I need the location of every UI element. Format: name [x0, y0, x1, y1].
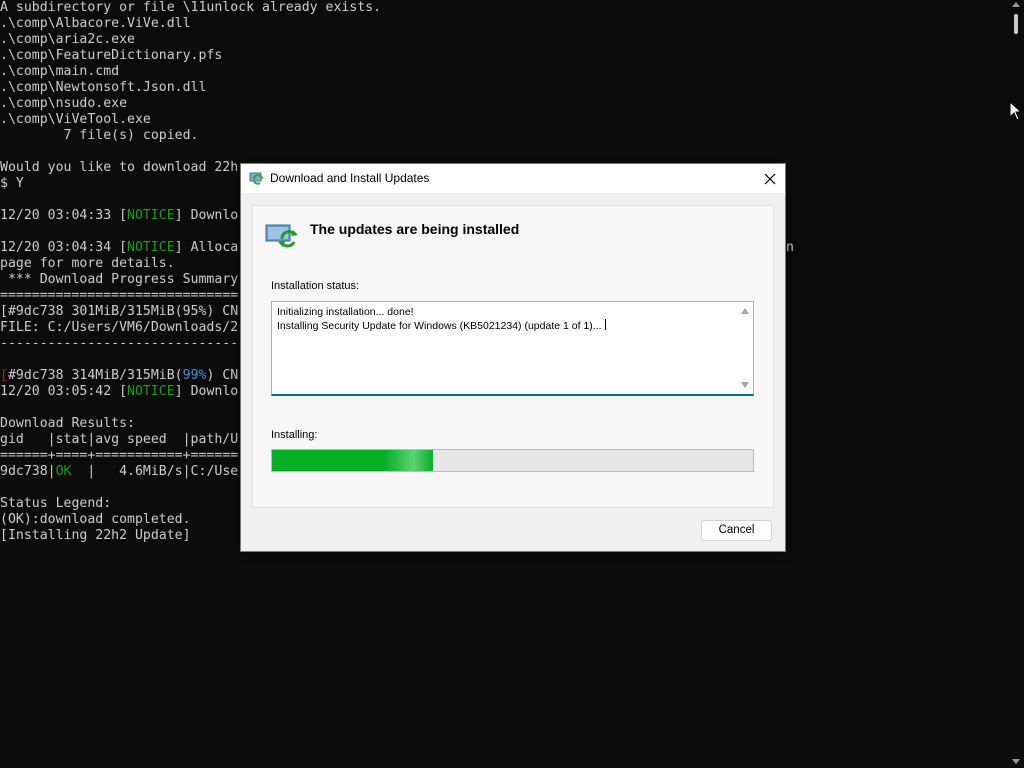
console-text: [ [0, 368, 8, 383]
console-text: NOTICE [127, 384, 175, 399]
console-text: .\comp\aria2c.exe [0, 32, 135, 47]
scroll-down-arrow-icon[interactable] [741, 382, 749, 388]
console-line: .\comp\FeatureDictionary.pfs [0, 48, 222, 64]
console-line: .\comp\ViVeTool.exe [0, 112, 151, 128]
console-text: ) CN [206, 368, 239, 383]
dialog-title: Download and Install Updates [270, 171, 430, 185]
console-line: FILE: C:/Users/VM6/Downloads/2 [0, 320, 238, 336]
console-line: (OK):download completed. [0, 512, 191, 528]
console-line: page for more details. [0, 256, 175, 272]
console-text: 12/20 03:04:33 [ [0, 208, 128, 223]
console-line: ======+====+===========+====== [0, 448, 238, 464]
console-text: (OK):download completed. [0, 512, 191, 527]
console-text: OK [55, 464, 72, 479]
console-text: 99% [182, 368, 207, 383]
console-line: *** Download Progress Summary [0, 272, 238, 288]
console-text: FILE: C:/Users/VM6/Downloads/2 [0, 320, 239, 335]
dialog-heading: The updates are being installed [310, 221, 520, 237]
scroll-up-arrow-icon[interactable] [1012, 2, 1020, 7]
console-text: Download Results: [0, 416, 135, 431]
console-line: .\comp\aria2c.exe [0, 32, 135, 48]
console-line: 9dc738|OK | 4.6MiB/s|C:/Use [0, 464, 238, 480]
console-text: .\comp\nsudo.exe [0, 96, 128, 111]
console-text: 9dc738| [0, 464, 56, 479]
console-text: gid |stat|avg speed |path/U [0, 432, 239, 447]
console-text: .\comp\main.cmd [0, 64, 120, 79]
console-line: $ Y [0, 176, 24, 192]
console-text: Would you like to download 22h [0, 160, 239, 175]
console-text: A subdirectory or file \11unlock already… [0, 0, 382, 15]
mouse-cursor-icon [1009, 101, 1021, 121]
console-text: NOTICE [127, 240, 175, 255]
console-line: [Installing 22h2 Update] [0, 528, 191, 544]
cancel-button[interactable]: Cancel [701, 520, 772, 541]
console-line: 12/20 03:04:33 [NOTICE] Downlo [0, 208, 238, 224]
console-text: | 4.6MiB/s|C:/Use [71, 464, 239, 479]
scroll-down-arrow-icon[interactable] [1012, 759, 1020, 764]
console-line: [#9dc738 301MiB/315MiB(95%) CN [0, 304, 238, 320]
console-text: Status Legend: [0, 496, 112, 511]
windows-update-icon-large [265, 224, 298, 248]
console-text: NOTICE [127, 208, 175, 223]
progress-fill [272, 450, 434, 471]
dialog-titlebar[interactable]: Download and Install Updates [241, 164, 785, 193]
console-text: [#9dc738 301MiB/315MiB(95%) CN [0, 304, 239, 319]
dialog-content-panel: The updates are being installed Installa… [252, 205, 774, 508]
update-dialog: Download and Install Updates The updates… [240, 163, 786, 552]
status-line: Initializing installation... done! [277, 306, 414, 318]
console-line: Would you like to download 22h [0, 160, 238, 176]
console-text: ] Downlo [174, 208, 239, 223]
console-text: .\comp\ViVeTool.exe [0, 112, 151, 127]
console-line: .\comp\Albacore.ViVe.dll [0, 16, 191, 32]
status-line-text: Installing Security Update for Windows (… [277, 320, 602, 332]
console-text: [Installing 22h2 Update] [0, 528, 191, 543]
scrollbar-thumb[interactable] [1014, 14, 1018, 34]
install-progress-bar [271, 449, 754, 472]
console-line: Status Legend: [0, 496, 111, 512]
windows-update-icon [249, 172, 263, 185]
close-icon [764, 173, 776, 184]
text-caret [604, 319, 606, 330]
console-line: Download Results: [0, 416, 135, 432]
console-text: 12/20 03:04:34 [ [0, 240, 128, 255]
console-line: [#9dc738 314MiB/315MiB(99%) CN [0, 368, 238, 384]
console-line: gid |stat|avg speed |path/U [0, 432, 238, 448]
console-text: .\comp\Newtonsoft.Json.dll [0, 80, 207, 95]
console-text: #9dc738 314MiB/315MiB( [7, 368, 183, 383]
console-text: page for more details. [0, 256, 175, 271]
close-button[interactable] [755, 164, 785, 193]
console-line: .\comp\main.cmd [0, 64, 119, 80]
console-line: .\comp\nsudo.exe [0, 96, 127, 112]
console-text: *** Download Progress Summary [0, 272, 239, 287]
console-text: ======+====+===========+====== [0, 448, 239, 463]
console-text: 7 file(s) copied. [0, 128, 199, 143]
console-line: A subdirectory or file \11unlock already… [0, 0, 381, 16]
console-text: ] Downlo [174, 384, 239, 399]
installation-status-textbox[interactable]: Initializing installation... done! Insta… [271, 301, 754, 396]
console-text: .\comp\FeatureDictionary.pfs [0, 48, 223, 63]
scroll-up-arrow-icon[interactable] [741, 308, 749, 314]
console-text: 12/20 03:05:42 [ [0, 384, 128, 399]
console-text: .\comp\Albacore.ViVe.dll [0, 16, 191, 31]
installing-label: Installing: [271, 429, 318, 441]
console-text: ] Alloca [174, 240, 239, 255]
console-line: 7 file(s) copied. [0, 128, 199, 144]
console-text: $ Y [0, 176, 24, 191]
status-line-current: Installing Security Update for Windows (… [277, 319, 606, 332]
console-line: 12/20 03:05:42 [NOTICE] Downlo [0, 384, 238, 400]
console-line: .\comp\Newtonsoft.Json.dll [0, 80, 206, 96]
installation-status-label: Installation status: [271, 280, 360, 292]
